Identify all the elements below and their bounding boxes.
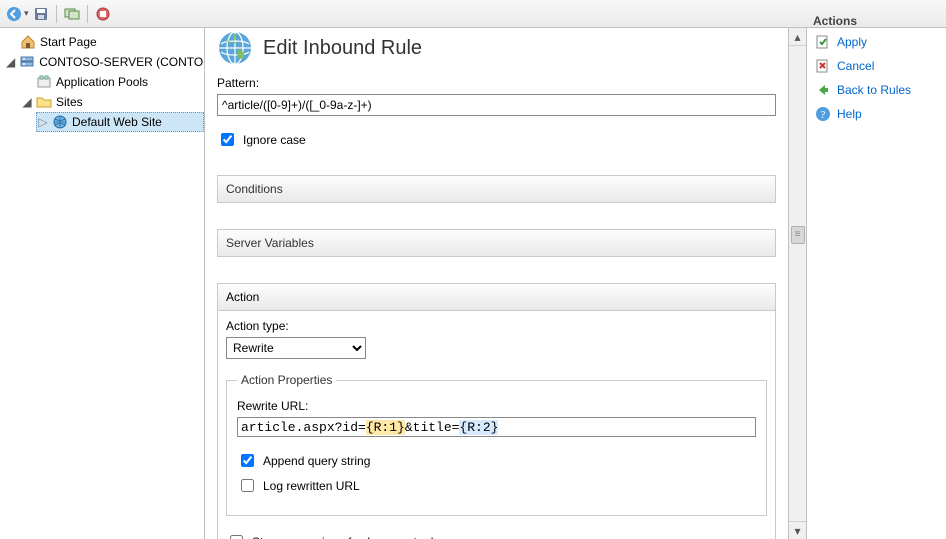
nav-back-button[interactable] <box>4 4 24 24</box>
actions-panel-title: Actions <box>813 14 857 28</box>
stop-processing-checkbox[interactable]: Stop processing of subsequent rules <box>226 532 767 539</box>
connections-tree-panel: Start Page ◢ CONTOSO-SERVER (CONTOS <box>0 28 205 539</box>
tree-label: CONTOSO-SERVER (CONTOS <box>39 53 205 71</box>
back-arrow-icon <box>815 82 831 98</box>
expand-icon[interactable]: ▷ <box>38 113 48 131</box>
tree-server-node[interactable]: ◢ CONTOSO-SERVER (CONTOS <box>4 52 204 72</box>
scroll-down-icon[interactable]: ▾ <box>789 521 806 539</box>
stop-button[interactable] <box>93 4 113 24</box>
back-label: Back to Rules <box>837 83 911 97</box>
globe-large-icon <box>217 30 253 66</box>
toolbar-separator <box>87 5 88 23</box>
cancel-icon <box>815 58 831 74</box>
back-ref-1: {R:1} <box>366 420 405 435</box>
ignore-case-box[interactable] <box>221 133 234 146</box>
app-pools-icon <box>36 74 52 90</box>
server-icon <box>19 54 35 70</box>
help-action[interactable]: ? Help <box>813 102 940 126</box>
rewrite-text: &title= <box>405 420 460 435</box>
help-label: Help <box>837 107 862 121</box>
nav-dropdown-icon[interactable]: ▾ <box>24 8 29 19</box>
apply-action[interactable]: Apply <box>813 30 940 54</box>
rewrite-url-input[interactable]: article.aspx?id={R:1}&title={R:2} <box>237 417 756 437</box>
action-section-header: Action <box>218 284 775 311</box>
action-type-label: Action type: <box>226 319 767 333</box>
vertical-scrollbar[interactable]: ▴ ▾ <box>788 28 806 539</box>
tree-sites[interactable]: ◢ Sites <box>20 92 204 112</box>
tree-label: Sites <box>56 93 83 111</box>
pattern-input[interactable] <box>217 94 776 116</box>
action-section: Action Action type: Rewrite Action Prope… <box>217 283 776 539</box>
home-icon <box>20 34 36 50</box>
form-area: Edit Inbound Rule Pattern: Ignore case C… <box>205 28 788 539</box>
append-qs-label: Append query string <box>263 454 370 468</box>
page-title: Edit Inbound Rule <box>263 37 422 60</box>
ignore-case-checkbox[interactable]: Ignore case <box>217 130 776 149</box>
log-url-box[interactable] <box>241 479 254 492</box>
rewrite-text: article.aspx?id= <box>241 420 366 435</box>
back-ref-2: {R:2} <box>459 420 498 435</box>
rewrite-url-label: Rewrite URL: <box>237 399 756 413</box>
back-to-rules-action[interactable]: Back to Rules <box>813 78 940 102</box>
server-variables-section-header[interactable]: Server Variables <box>217 229 776 257</box>
toolbar: Connections ▾ <box>0 0 946 28</box>
scroll-up-icon[interactable]: ▴ <box>789 28 806 46</box>
collapse-icon[interactable]: ◢ <box>22 93 32 111</box>
append-query-string-checkbox[interactable]: Append query string <box>237 451 756 470</box>
conditions-section-header[interactable]: Conditions <box>217 175 776 203</box>
action-properties-group: Action Properties Rewrite URL: article.a… <box>226 373 767 516</box>
stop-processing-label: Stop processing of subsequent rules <box>252 535 446 539</box>
actions-panel: Actions Apply Cancel Back to Rules ? Hel… <box>806 28 946 539</box>
action-properties-legend: Action Properties <box>237 373 336 387</box>
log-rewritten-url-checkbox[interactable]: Log rewritten URL <box>237 476 756 495</box>
ignore-case-label: Ignore case <box>243 133 306 147</box>
save-button[interactable] <box>31 4 51 24</box>
toolbar-separator <box>56 5 57 23</box>
cancel-label: Cancel <box>837 59 874 73</box>
server-tree[interactable]: Start Page ◢ CONTOSO-SERVER (CONTOS <box>0 32 204 132</box>
tree-start-page[interactable]: Start Page <box>4 32 204 52</box>
tree-label: Application Pools <box>56 73 148 91</box>
tree-app-pools[interactable]: Application Pools <box>20 72 204 92</box>
scroll-thumb[interactable] <box>791 226 805 244</box>
help-icon: ? <box>815 106 831 122</box>
tree-label: Start Page <box>40 33 97 51</box>
cancel-action[interactable]: Cancel <box>813 54 940 78</box>
apply-icon <box>815 34 831 50</box>
globe-icon <box>52 114 68 130</box>
action-type-select[interactable]: Rewrite <box>226 337 366 359</box>
log-url-label: Log rewritten URL <box>263 479 360 493</box>
tree-default-web-site[interactable]: ▷ Default Web Site <box>36 112 204 132</box>
apply-label: Apply <box>837 35 867 49</box>
tree-label: Default Web Site <box>72 113 162 131</box>
folder-icon <box>36 94 52 110</box>
refresh-all-button[interactable] <box>62 4 82 24</box>
pattern-label: Pattern: <box>217 76 776 90</box>
svg-text:?: ? <box>821 109 826 121</box>
collapse-icon[interactable]: ◢ <box>6 53 15 71</box>
append-qs-box[interactable] <box>241 454 254 467</box>
stop-processing-box[interactable] <box>230 535 243 539</box>
